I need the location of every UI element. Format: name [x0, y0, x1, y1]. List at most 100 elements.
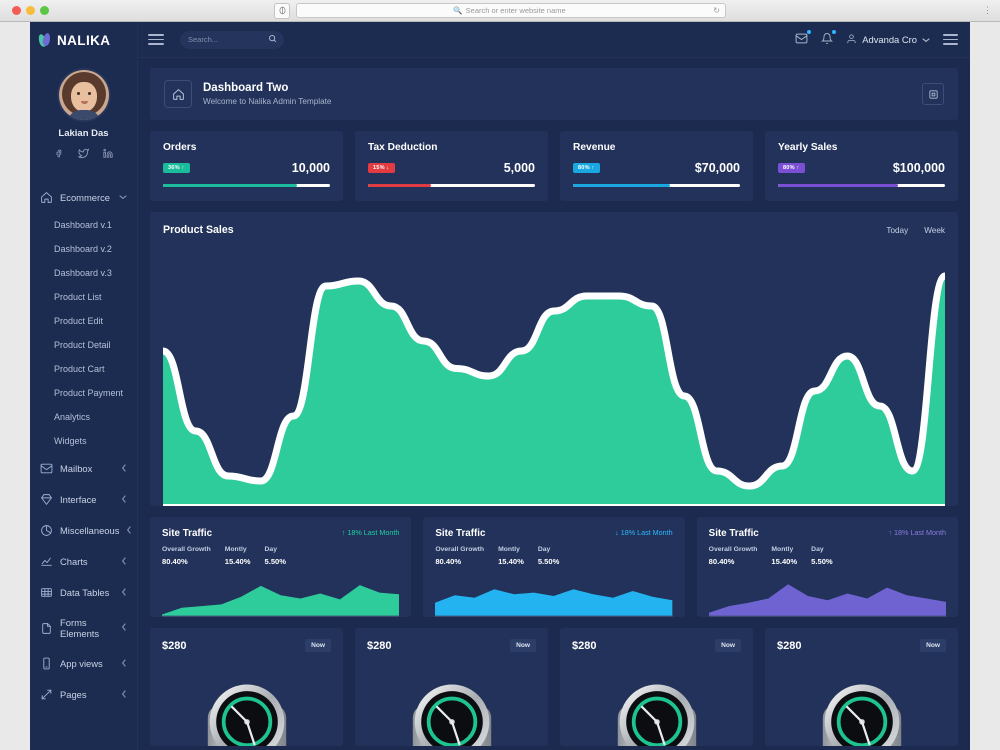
- product-sales-chart: [163, 244, 945, 507]
- sidebar-item-charts[interactable]: Charts: [30, 546, 137, 577]
- address-bar[interactable]: 🔍 Search or enter website name ↻: [296, 3, 726, 18]
- sidebar-item-data-tables[interactable]: Data Tables: [30, 577, 137, 608]
- smartwatch-image: [207, 684, 286, 747]
- chevron-left-icon[interactable]: [121, 658, 127, 669]
- window-controls[interactable]: [12, 6, 49, 15]
- avatar[interactable]: [58, 70, 109, 120]
- tab-today[interactable]: Today: [886, 226, 908, 235]
- product-card[interactable]: $280 Now: [560, 628, 753, 747]
- right-menu-icon[interactable]: [943, 34, 958, 45]
- sparkline-svg: [435, 589, 673, 618]
- traffic-delta: ↑ 18% Last Month: [341, 528, 400, 538]
- maximize-window-button[interactable]: [40, 6, 49, 15]
- traffic-metric: Montly 15.40%: [771, 546, 797, 566]
- traffic-metric: Montly 15.40%: [498, 546, 524, 566]
- area-chart-svg: [163, 272, 945, 507]
- facebook-icon[interactable]: [55, 148, 64, 162]
- search-icon[interactable]: [268, 34, 277, 45]
- linkedin-icon[interactable]: [102, 148, 113, 162]
- sidebar-item-label: Ecommerce: [60, 192, 111, 203]
- traffic-sparkline: [162, 575, 400, 618]
- sidebar-item-pages[interactable]: Pages: [30, 679, 137, 710]
- chevron-left-icon[interactable]: [126, 525, 132, 536]
- topbar: Advanda Cro: [138, 22, 970, 58]
- chevron-left-icon[interactable]: [121, 494, 127, 505]
- product-cards: $280 Now $280 Now $280 Now $280 Now: [150, 628, 958, 747]
- metric-label: Day: [537, 546, 551, 554]
- metric-value: 5.50%: [537, 557, 560, 567]
- sidebar-item-app-views[interactable]: App views: [30, 648, 137, 679]
- product-card[interactable]: $280 Now: [150, 628, 343, 747]
- twitter-icon[interactable]: [77, 148, 89, 162]
- browser-window: 🔍 Search or enter website name ↻ ⋮ NALIK…: [0, 0, 1000, 750]
- chart-range-tabs[interactable]: Today Week: [886, 226, 945, 235]
- sidebar-subitem-widgets[interactable]: Widgets: [54, 429, 137, 453]
- sidebar-item-mailbox[interactable]: Mailbox: [30, 453, 137, 484]
- sidebar-item-interface[interactable]: Interface: [30, 484, 137, 515]
- product-badge: Now: [510, 639, 536, 653]
- search-icon: 🔍: [453, 6, 463, 15]
- metric-value: 5.50%: [811, 557, 833, 567]
- minimize-window-button[interactable]: [26, 6, 35, 15]
- reload-icon[interactable]: ↻: [713, 6, 720, 15]
- export-icon[interactable]: [922, 83, 944, 105]
- sidebar: NALIKA Lakian Das Ecommerce Dashboard v.…: [30, 22, 138, 750]
- sidebar-subitem-product-detail[interactable]: Product Detail: [54, 333, 137, 357]
- chevron-left-icon[interactable]: [121, 623, 127, 633]
- traffic-metric: Overall Growth 80.40%: [162, 546, 211, 566]
- bell-icon[interactable]: [821, 29, 837, 48]
- sidebar-subitem-dashboard-v-3[interactable]: Dashboard v.3: [54, 261, 137, 285]
- chrome-menu-icon[interactable]: ⋮: [983, 5, 992, 16]
- metric-label: Overall Growth: [708, 546, 758, 554]
- brand[interactable]: NALIKA: [30, 22, 137, 58]
- product-card[interactable]: $280 Now: [765, 628, 958, 747]
- metric-label: Day: [811, 546, 824, 554]
- topbar-right: Advanda Cro: [795, 29, 958, 48]
- close-window-button[interactable]: [12, 6, 21, 15]
- sidebar-subitem-product-edit[interactable]: Product Edit: [54, 309, 137, 333]
- sidebar-nav: Ecommerce Dashboard v.1 Dashboard v.2 Dashb…: [30, 182, 137, 710]
- user-menu[interactable]: Advanda Cro: [846, 33, 930, 47]
- sidebar-subitem-product-cart[interactable]: Product Cart: [54, 357, 137, 381]
- stat-card: Revenue 80% ↑ $70,000: [560, 131, 753, 202]
- shield-icon[interactable]: [274, 2, 290, 19]
- sparkline-fill: [708, 584, 946, 618]
- social-links[interactable]: [30, 148, 137, 162]
- page-title: Dashboard Two: [203, 82, 289, 94]
- mail-icon[interactable]: [795, 29, 812, 48]
- metric-value: 15.40%: [224, 557, 251, 567]
- user-name: Advanda Cro: [862, 34, 917, 45]
- traffic-delta: ↓ 18% Last Month: [615, 528, 673, 538]
- content-scroll[interactable]: Dashboard Two Welcome to Nalika Admin Te…: [138, 58, 970, 750]
- tab-week[interactable]: Week: [924, 226, 945, 235]
- sidebar-item-miscellaneous[interactable]: Miscellaneous: [30, 515, 137, 546]
- sidebar-item-label: Forms Elements: [60, 617, 100, 639]
- chevron-left-icon[interactable]: [121, 556, 127, 567]
- sidebar-item-ecommerce[interactable]: Ecommerce: [30, 182, 137, 213]
- sparkline-fill: [162, 585, 400, 618]
- home-icon: [40, 191, 53, 204]
- status-badge: 15% ↓: [368, 163, 395, 173]
- chevron-left-icon[interactable]: [121, 463, 127, 474]
- sidebar-subitem-analytics[interactable]: Analytics: [54, 405, 137, 429]
- sidebar-subitem-product-list[interactable]: Product List: [54, 285, 137, 309]
- smartwatch-image: [822, 684, 901, 747]
- user-icon: [846, 33, 857, 47]
- sidebar-subitem-product-payment[interactable]: Product Payment: [54, 381, 137, 405]
- chevron-left-icon[interactable]: [121, 689, 127, 700]
- sidebar-subitem-dashboard-v-1[interactable]: Dashboard v.1: [54, 213, 137, 237]
- product-card[interactable]: $280 Now: [355, 628, 548, 747]
- chevron-left-icon[interactable]: [121, 587, 127, 598]
- hamburger-menu-icon[interactable]: [148, 34, 164, 45]
- traffic-title: Site Traffic: [435, 528, 486, 540]
- progress-fill: [778, 184, 899, 188]
- search-input[interactable]: [188, 35, 276, 44]
- sidebar-subitem-dashboard-v-2[interactable]: Dashboard v.2: [54, 237, 137, 261]
- sidebar-item-forms-elements[interactable]: Forms Elements: [30, 608, 137, 648]
- chevron-down-icon[interactable]: [119, 193, 127, 202]
- traffic-title: Site Traffic: [708, 528, 759, 540]
- chart-title: Product Sales: [163, 224, 234, 237]
- main-area: Advanda Cro: [138, 22, 970, 750]
- sidebar-submenu-ecommerce: Dashboard v.1 Dashboard v.2 Dashboard v.3 P…: [30, 213, 137, 453]
- search-box[interactable]: [180, 30, 284, 49]
